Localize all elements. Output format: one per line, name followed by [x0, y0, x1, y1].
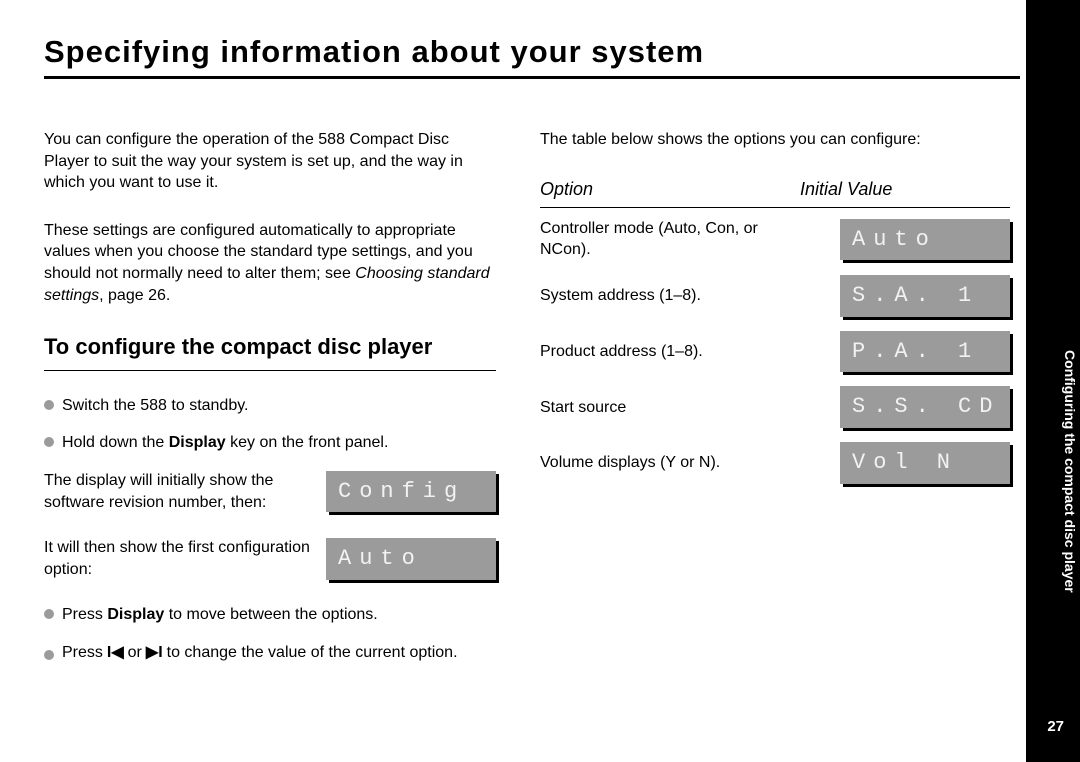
step3-text: Press Display to move between the option…: [62, 604, 378, 626]
side-tab-text: Configuring the compact disc player: [1062, 350, 1078, 593]
skip-back-icon: I◀: [107, 642, 124, 664]
bullet-icon: [44, 437, 54, 447]
step4-text: Press I◀ or ▶I to change the value of th…: [62, 642, 458, 664]
side-tab: Configuring the compact disc player 27: [1026, 0, 1080, 762]
bullet-icon: [44, 609, 54, 619]
lcd-auto: Auto: [326, 538, 496, 580]
intro-paragraph-2: These settings are configured automatica…: [44, 220, 496, 306]
table-row: Controller mode (Auto, Con, or NCon). Au…: [540, 218, 1010, 261]
display-note-2: It will then show the first configuratio…: [44, 537, 496, 580]
option-label: Volume displays (Y or N).: [540, 452, 812, 474]
sub-heading: To configure the compact disc player: [44, 332, 496, 371]
step4-b: or: [128, 642, 142, 664]
option-label: Start source: [540, 397, 812, 419]
bullet-icon: [44, 400, 54, 410]
option-label: Product address (1–8).: [540, 341, 812, 363]
step2-text: Hold down the Display key on the front p…: [62, 432, 388, 454]
lcd-display: P.A. 1: [840, 331, 1010, 373]
step4-c: to change the value of the current optio…: [167, 642, 458, 664]
display-note-1-text: The display will initially show the soft…: [44, 470, 312, 513]
right-intro: The table below shows the options you ca…: [540, 129, 1010, 151]
th-option: Option: [540, 177, 800, 201]
option-label: System address (1–8).: [540, 285, 812, 307]
step-1: Switch the 588 to standby.: [44, 395, 496, 417]
right-column: The table below shows the options you ca…: [540, 129, 1010, 680]
page-number: 27: [1047, 718, 1064, 735]
lcd-display: S.S. CD: [840, 386, 1010, 428]
step3-bold: Display: [107, 606, 164, 623]
left-column: You can configure the operation of the 5…: [44, 129, 496, 680]
side-tab-bold: Configuring the compact disc player: [1062, 350, 1078, 593]
step-2: Hold down the Display key on the front p…: [44, 432, 496, 454]
lcd-display: Vol N: [840, 442, 1010, 484]
table-row: Product address (1–8). P.A. 1: [540, 331, 1010, 373]
th-initial-value: Initial Value: [800, 177, 892, 201]
step-4: Press I◀ or ▶I to change the value of th…: [44, 642, 496, 664]
lcd-config: Config: [326, 471, 496, 513]
two-column-layout: You can configure the operation of the 5…: [44, 129, 1020, 680]
lcd-display: S.A. 1: [840, 275, 1010, 317]
option-label: Controller mode (Auto, Con, or NCon).: [540, 218, 812, 261]
display-note-2-text: It will then show the first configuratio…: [44, 537, 312, 580]
table-row: Start source S.S. CD: [540, 386, 1010, 428]
step2-a: Hold down the: [62, 434, 169, 451]
manual-page: Specifying information about your system…: [0, 0, 1080, 762]
skip-forward-icon: ▶I: [146, 642, 163, 664]
step2-bold: Display: [169, 434, 226, 451]
lcd-display: Auto: [840, 219, 1010, 261]
page-title: Specifying information about your system: [44, 34, 1020, 79]
step2-b: key on the front panel.: [226, 434, 389, 451]
step4-a: Press: [62, 642, 103, 664]
options-table-header: Option Initial Value: [540, 177, 1010, 208]
step-3: Press Display to move between the option…: [44, 604, 496, 626]
intro-paragraph-1: You can configure the operation of the 5…: [44, 129, 496, 194]
step3-b: to move between the options.: [164, 606, 377, 623]
display-note-1: The display will initially show the soft…: [44, 470, 496, 513]
step1-text: Switch the 588 to standby.: [62, 395, 248, 417]
step3-a: Press: [62, 606, 107, 623]
table-row: Volume displays (Y or N). Vol N: [540, 442, 1010, 484]
intro2-b: , page 26.: [99, 287, 170, 304]
bullet-icon: [44, 650, 54, 660]
table-row: System address (1–8). S.A. 1: [540, 275, 1010, 317]
